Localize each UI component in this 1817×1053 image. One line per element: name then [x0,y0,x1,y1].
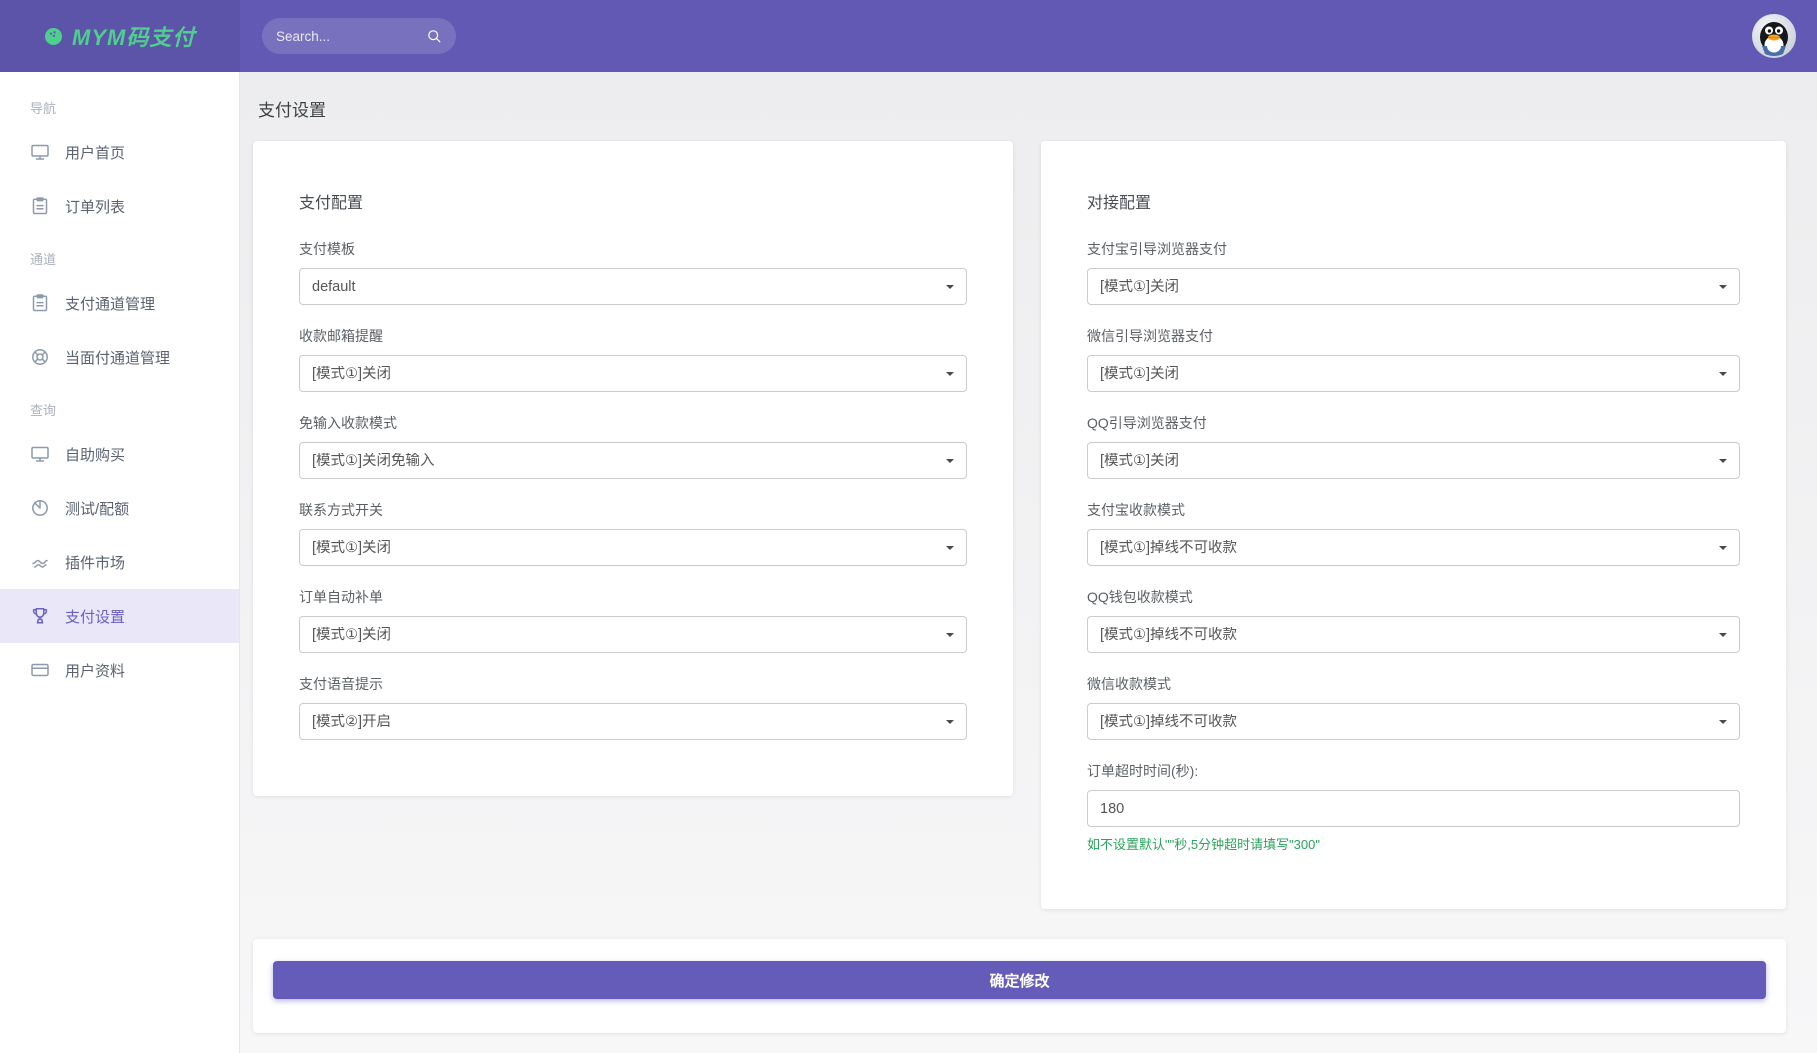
alipay-collect-select[interactable]: [模式①]掉线不可收款 [1087,529,1740,566]
sidebar-item-self-purchase[interactable]: 自助购买 [0,427,239,481]
field-alipay-browser: 支付宝引导浏览器支付 [模式①]关闭 [1087,239,1740,305]
clipboard-icon [30,293,50,313]
confirm-modify-button[interactable]: 确定修改 [273,961,1766,999]
field-label: 支付模板 [299,239,967,259]
field-email-reminder: 收款邮箱提醒 [模式①]关闭 [299,326,967,392]
clipboard-icon [30,196,50,216]
field-wechat-collect: 微信收款模式 [模式①]掉线不可收款 [1087,674,1740,740]
wechat-browser-select[interactable]: [模式①]关闭 [1087,355,1740,392]
sidebar-item-label: 当面付通道管理 [65,347,170,368]
select-wrapper: [模式②]开启 [299,703,967,740]
lifebuoy-icon [30,347,50,367]
timeout-helper-text: 如不设置默认""秒,5分钟超时请填写"300" [1087,834,1740,853]
sidebar-item-user-profile[interactable]: 用户资料 [0,643,239,697]
brand-logo[interactable]: MYM码支付 [0,0,240,72]
sidebar-item-payment-settings[interactable]: 支付设置 [0,589,239,643]
page-title: 支付设置 [258,96,1786,121]
field-label: 收款邮箱提醒 [299,326,967,346]
sidebar-item-plugin-market[interactable]: 插件市场 [0,535,239,589]
payment-config-card: 支付配置 支付模板 default 收款邮箱提醒 [模式①]关闭 [253,141,1013,796]
field-label: 微信引导浏览器支付 [1087,326,1740,346]
pie-chart-icon [30,498,50,518]
field-alipay-collect: 支付宝收款模式 [模式①]掉线不可收款 [1087,500,1740,566]
select-wrapper: [模式①]关闭 [299,616,967,653]
sidebar-item-test-quota[interactable]: 测试/配额 [0,481,239,535]
payment-config-title: 支付配置 [299,189,967,213]
select-wrapper: default [299,268,967,305]
top-header: MYM码支付 [0,0,1817,72]
field-order-timeout: 订单超时时间(秒): 如不设置默认""秒,5分钟超时请填写"300" [1087,761,1740,853]
payment-template-select[interactable]: default [299,268,967,305]
sidebar-nav: 导航 用户首页 订单列表 通道 支付通道管理 当面付通道管理 [0,72,240,1053]
field-label: QQ引导浏览器支付 [1087,413,1740,433]
submit-card: 确定修改 [253,939,1786,1033]
search-icon[interactable] [426,28,442,44]
alipay-browser-select[interactable]: [模式①]关闭 [1087,268,1740,305]
select-wrapper: [模式①]掉线不可收款 [1087,703,1740,740]
credit-card-icon [30,660,50,680]
field-qq-browser: QQ引导浏览器支付 [模式①]关闭 [1087,413,1740,479]
docking-config-title: 对接配置 [1087,189,1740,213]
field-label: QQ钱包收款模式 [1087,587,1740,607]
sidebar-item-payment-channel[interactable]: 支付通道管理 [0,276,239,330]
auto-reorder-select[interactable]: [模式①]关闭 [299,616,967,653]
contact-switch-select[interactable]: [模式①]关闭 [299,529,967,566]
field-label: 订单超时时间(秒): [1087,761,1740,781]
waves-icon [30,552,50,572]
sidebar-item-label: 用户首页 [65,142,125,163]
qq-browser-select[interactable]: [模式①]关闭 [1087,442,1740,479]
select-wrapper: [模式①]关闭 [299,355,967,392]
monitor-icon [30,142,50,162]
select-wrapper: [模式①]掉线不可收款 [1087,616,1740,653]
field-label: 微信收款模式 [1087,674,1740,694]
field-label: 免输入收款模式 [299,413,967,433]
field-no-input-mode: 免输入收款模式 [模式①]关闭免输入 [299,413,967,479]
field-label: 支付宝收款模式 [1087,500,1740,520]
select-wrapper: [模式①]关闭免输入 [299,442,967,479]
docking-config-card: 对接配置 支付宝引导浏览器支付 [模式①]关闭 微信引导浏览器支付 [模式①]关… [1041,141,1786,909]
select-wrapper: [模式①]关闭 [299,529,967,566]
sidebar-item-label: 支付通道管理 [65,293,155,314]
sidebar-item-user-home[interactable]: 用户首页 [0,125,239,179]
sidebar-item-label: 用户资料 [65,660,125,681]
sidebar-item-label: 插件市场 [65,552,125,573]
voice-prompt-select[interactable]: [模式②]开启 [299,703,967,740]
sidebar-section-channel: 通道 [0,233,239,276]
field-label: 联系方式开关 [299,500,967,520]
field-qq-wallet-collect: QQ钱包收款模式 [模式①]掉线不可收款 [1087,587,1740,653]
brand-title: MYM码支付 [72,20,195,52]
search-bar [262,18,456,54]
field-label: 订单自动补单 [299,587,967,607]
sidebar-item-label: 支付设置 [65,606,125,627]
timeout-input[interactable] [1087,790,1740,827]
main-content: 支付设置 支付配置 支付模板 default 收款邮箱提醒 [240,72,1817,1053]
no-input-mode-select[interactable]: [模式①]关闭免输入 [299,442,967,479]
user-avatar[interactable] [1751,13,1797,59]
sidebar-item-order-list[interactable]: 订单列表 [0,179,239,233]
sidebar-item-f2f-channel[interactable]: 当面付通道管理 [0,330,239,384]
field-payment-template: 支付模板 default [299,239,967,305]
sidebar-item-label: 订单列表 [65,196,125,217]
field-label: 支付宝引导浏览器支付 [1087,239,1740,259]
field-wechat-browser: 微信引导浏览器支付 [模式①]关闭 [1087,326,1740,392]
select-wrapper: [模式①]关闭 [1087,355,1740,392]
select-wrapper: [模式①]掉线不可收款 [1087,529,1740,566]
qq-wallet-collect-select[interactable]: [模式①]掉线不可收款 [1087,616,1740,653]
bowling-ball-logo-icon [44,27,63,46]
monitor-icon [30,444,50,464]
sidebar-item-label: 自助购买 [65,444,125,465]
select-wrapper: [模式①]关闭 [1087,442,1740,479]
field-voice-prompt: 支付语音提示 [模式②]开启 [299,674,967,740]
trophy-icon [30,606,50,626]
field-auto-reorder: 订单自动补单 [模式①]关闭 [299,587,967,653]
sidebar-item-label: 测试/配额 [65,498,129,519]
wechat-collect-select[interactable]: [模式①]掉线不可收款 [1087,703,1740,740]
email-reminder-select[interactable]: [模式①]关闭 [299,355,967,392]
sidebar-section-query: 查询 [0,384,239,427]
sidebar-section-nav: 导航 [0,82,239,125]
search-input[interactable] [276,29,426,44]
field-contact-switch: 联系方式开关 [模式①]关闭 [299,500,967,566]
field-label: 支付语音提示 [299,674,967,694]
select-wrapper: [模式①]关闭 [1087,268,1740,305]
